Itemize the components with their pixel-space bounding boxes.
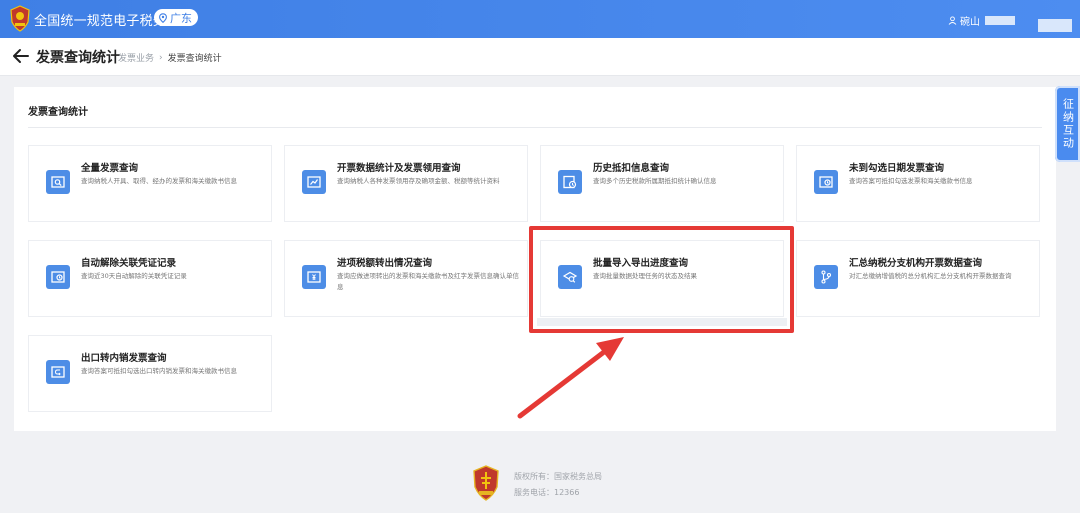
card-auto-unlink-records[interactable]: 自动解除关联凭证记录 查询近30天自动解除的关联凭证记录 xyxy=(28,240,272,317)
history-icon xyxy=(558,170,582,194)
breadcrumb-separator: › xyxy=(159,52,163,63)
clock-doc-icon xyxy=(46,265,70,289)
card-title: 汇总纳税分支机构开票数据查询 xyxy=(849,258,983,269)
footer-copyright: 版权所有：国家税务总局 xyxy=(514,472,602,481)
card-title: 出口转内销发票查询 xyxy=(81,353,167,364)
breadcrumb: 发票业务 › 发票查询统计 xyxy=(118,51,222,65)
region-selector[interactable]: 广东 xyxy=(154,9,198,26)
card-pending-check-invoice[interactable]: 未到勾选日期发票查询 查询答案可抵扣勾选发票和海关缴款书信息 xyxy=(796,145,1040,222)
card-invoice-stats[interactable]: 开票数据统计及发票领用查询 查询纳税人各种发票领用存及确项金额、税额等统计资料 xyxy=(284,145,528,222)
redacted-block xyxy=(1038,19,1072,32)
card-desc: 查询应做进项转出的发票和海关缴款书及红字发票信息确认单信息 xyxy=(337,272,519,291)
interaction-float-tab[interactable]: 征纳互动 xyxy=(1055,86,1080,162)
top-bar: 全国统一规范电子税务局 广东 碗山 xyxy=(0,0,1080,38)
clock-doc-icon xyxy=(814,170,838,194)
card-desc: 查询答案可抵扣勾选出口转内销发票和海关缴款书信息 xyxy=(81,367,237,375)
page-header: 发票查询统计 发票业务 › 发票查询统计 xyxy=(0,38,1080,76)
user-icon xyxy=(948,16,957,25)
branch-icon xyxy=(814,265,838,289)
section-title: 发票查询统计 xyxy=(28,107,88,118)
search-doc-icon xyxy=(46,170,70,194)
card-desc: 查询多个历史税款所属期抵扣统计确认信息 xyxy=(593,177,717,185)
card-desc: 查询近30天自动解除的关联凭证记录 xyxy=(81,272,187,280)
card-input-tax-transfer[interactable]: 进项税额转出情况查询 查询应做进项转出的发票和海关缴款书及红字发票信息确认单信息 xyxy=(284,240,528,317)
card-title: 历史抵扣信息查询 xyxy=(593,163,670,174)
chart-line-icon xyxy=(302,170,326,194)
card-desc: 对汇总缴纳增值税的总分机构汇总分支机构开票数据查询 xyxy=(849,272,1012,280)
card-title: 未到勾选日期发票查询 xyxy=(849,163,945,174)
user-name: 碗山 xyxy=(960,17,980,28)
return-doc-icon xyxy=(46,360,70,384)
back-arrow-icon[interactable] xyxy=(12,48,30,64)
card-desc: 查询答案可抵扣勾选发票和海关缴款书信息 xyxy=(849,177,973,185)
tax-emblem-icon xyxy=(473,465,499,501)
card-title: 全量发票查询 xyxy=(81,163,139,174)
divider xyxy=(28,127,1042,128)
card-export-domestic-invoice[interactable]: 出口转内销发票查询 查询答案可抵扣勾选出口转内销发票和海关缴款书信息 xyxy=(28,335,272,412)
tax-emblem-icon xyxy=(10,5,30,32)
footer-service-phone: 服务电话：12366 xyxy=(514,488,580,497)
location-pin-icon xyxy=(159,12,167,23)
card-title: 进项税额转出情况查询 xyxy=(337,258,433,269)
card-title: 开票数据统计及发票领用查询 xyxy=(337,163,461,174)
card-branch-invoice-query[interactable]: 汇总纳税分支机构开票数据查询 对汇总缴纳增值税的总分机构汇总分支机构开票数据查询 xyxy=(796,240,1040,317)
card-title: 自动解除关联凭证记录 xyxy=(81,258,177,269)
card-desc: 查询纳税人开具、取得、经办的发票和海关缴款书信息 xyxy=(81,177,237,185)
breadcrumb-item[interactable]: 发票业务 xyxy=(118,51,154,64)
page-title: 发票查询统计 xyxy=(36,50,120,66)
highlight-box xyxy=(529,226,794,333)
region-label: 广东 xyxy=(170,11,192,25)
card-desc: 查询纳税人各种发票领用存及确项金额、税额等统计资料 xyxy=(337,177,500,185)
redacted-block xyxy=(985,16,1015,25)
card-full-invoice-query[interactable]: 全量发票查询 查询纳税人开具、取得、经办的发票和海关缴款书信息 xyxy=(28,145,272,222)
user-menu[interactable]: 碗山 xyxy=(948,13,1015,28)
breadcrumb-item-current: 发票查询统计 xyxy=(167,54,222,64)
yuan-doc-icon xyxy=(302,265,326,289)
card-history-deduction[interactable]: 历史抵扣信息查询 查询多个历史税款所属期抵扣统计确认信息 xyxy=(540,145,784,222)
